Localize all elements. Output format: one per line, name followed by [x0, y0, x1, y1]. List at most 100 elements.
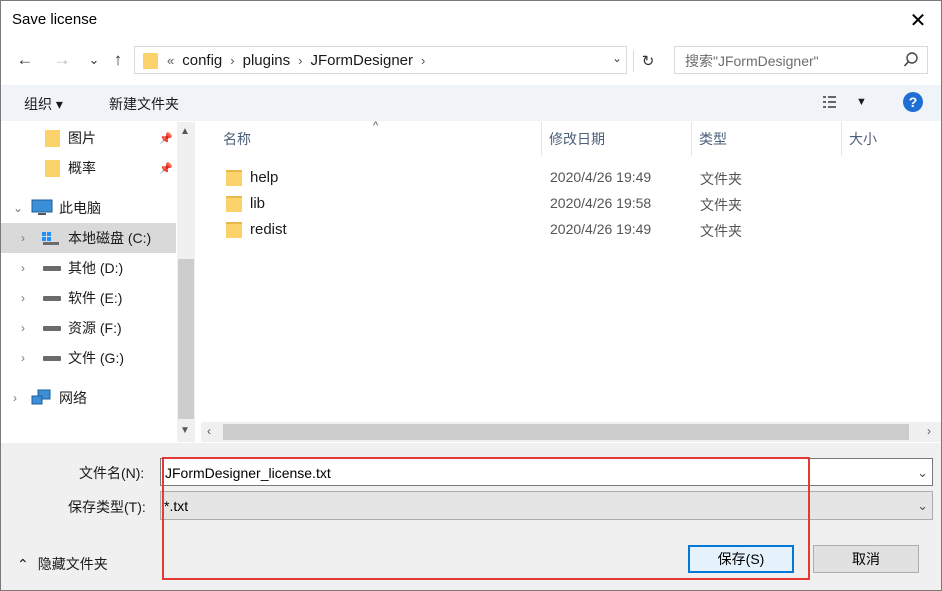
scroll-down-arrow[interactable]: ▼ — [180, 425, 190, 436]
back-button[interactable]: ← — [14, 50, 36, 70]
column-header-date[interactable]: 修改日期 — [549, 122, 605, 156]
sidebar-item-drive-g[interactable]: › 文件 (G:) — [1, 343, 176, 373]
chevron-up-icon: ⌃ — [17, 555, 29, 572]
close-button[interactable]: ✕ — [895, 1, 941, 39]
breadcrumb-plugins[interactable]: plugins — [243, 52, 291, 69]
file-list: ^ 名称 修改日期 类型 大小 help 2020/4/26 19:49 文件夹… — [201, 120, 941, 422]
filename-field[interactable]: ⌄ — [160, 458, 933, 486]
new-folder-button[interactable]: 新建文件夹 — [109, 94, 179, 114]
folder-icon — [226, 222, 242, 238]
filetype-select[interactable]: *.txt ⌄ — [160, 491, 933, 520]
chevron-right-icon[interactable]: › — [298, 53, 302, 68]
filename-label: 文件名(N): — [79, 465, 145, 481]
breadcrumb-jformdesigner[interactable]: JFormDesigner — [311, 52, 414, 69]
pin-icon: 📌 — [159, 132, 173, 145]
sidebar-item-label: 概率 — [68, 160, 96, 176]
scrollbar-thumb[interactable] — [178, 259, 194, 419]
breadcrumb: « config › plugins › JFormDesigner › — [167, 52, 425, 69]
file-type: 文件夹 — [700, 223, 742, 239]
sidebar-item-network[interactable]: › 网络 — [1, 383, 176, 413]
scroll-left-arrow[interactable]: ‹ — [207, 424, 211, 438]
column-divider[interactable] — [541, 122, 542, 156]
chevron-down-icon[interactable]: ⌄ — [917, 465, 928, 481]
folder-icon — [226, 196, 242, 212]
column-divider[interactable] — [841, 122, 842, 156]
folder-icon — [143, 53, 158, 69]
recent-locations-button[interactable]: ⌄ — [83, 50, 105, 70]
chevron-right-icon[interactable]: › — [21, 261, 25, 275]
title-bar: Save license ✕ — [1, 1, 941, 39]
chevron-right-icon[interactable]: › — [421, 53, 425, 68]
chevron-right-icon[interactable]: › — [21, 291, 25, 305]
breadcrumb-config[interactable]: config — [182, 52, 222, 69]
up-button[interactable]: ↑ — [107, 50, 129, 70]
chevron-right-icon[interactable]: › — [230, 53, 234, 68]
search-box[interactable] — [674, 46, 928, 74]
sidebar-scrollbar[interactable]: ▲ ▼ — [177, 122, 195, 442]
sidebar-item-probability[interactable]: 概率 📌 — [1, 153, 176, 183]
file-date: 2020/4/26 19:58 — [550, 195, 652, 211]
sidebar-item-this-pc[interactable]: ⌄ 此电脑 — [1, 193, 176, 223]
sidebar-item-drive-d[interactable]: › 其他 (D:) — [1, 253, 176, 283]
chevron-right-icon[interactable]: › — [13, 391, 17, 405]
search-icon[interactable] — [903, 51, 919, 69]
filetype-value: *.txt — [164, 498, 189, 514]
command-bar: 组织 ▾ 新建文件夹 ▼ ? — [1, 85, 941, 121]
navigation-pane: 图片 📌 概率 📌 ⌄ 此电脑 › 本地磁盘 (C:) › 其他 (D:) › … — [1, 122, 195, 442]
sidebar-item-pictures[interactable]: 图片 📌 — [1, 123, 176, 153]
folder-icon — [226, 170, 242, 186]
scroll-up-arrow[interactable]: ▲ — [180, 126, 190, 137]
chevron-right-icon[interactable]: › — [21, 321, 25, 335]
sidebar-item-label: 资源 (F:) — [68, 320, 122, 336]
file-name: help — [250, 169, 279, 186]
sidebar-item-drive-f[interactable]: › 资源 (F:) — [1, 313, 176, 343]
file-date: 2020/4/26 19:49 — [550, 169, 652, 185]
view-options-icon[interactable] — [823, 95, 845, 109]
scrollbar-thumb[interactable] — [223, 424, 909, 440]
sidebar-item-drive-e[interactable]: › 软件 (E:) — [1, 283, 176, 313]
network-icon — [31, 389, 51, 405]
file-row[interactable]: lib 2020/4/26 19:58 文件夹 — [221, 191, 941, 217]
help-icon[interactable]: ? — [903, 92, 923, 112]
address-bar[interactable]: « config › plugins › JFormDesigner › ⌄ — [134, 46, 627, 74]
refresh-button[interactable]: ↻ — [633, 50, 662, 72]
folder-icon — [45, 130, 60, 147]
chevron-right-icon[interactable]: › — [21, 351, 25, 365]
column-header-type[interactable]: 类型 — [699, 122, 727, 156]
filename-input[interactable] — [163, 463, 867, 483]
file-row[interactable]: redist 2020/4/26 19:49 文件夹 — [221, 217, 941, 243]
drive-icon — [43, 326, 61, 331]
save-form: 文件名(N): ⌄ 保存类型(T): *.txt ⌄ 保存(S) 取消 ⌃ 隐藏… — [1, 443, 941, 590]
filetype-label: 保存类型(T): — [68, 499, 146, 515]
chevron-down-icon[interactable]: ⌄ — [917, 498, 928, 514]
view-dropdown-arrow[interactable]: ▼ — [856, 96, 867, 108]
drive-icon — [43, 266, 61, 271]
overflow-chevron[interactable]: « — [167, 53, 174, 68]
chevron-down-icon[interactable]: ⌄ — [612, 51, 622, 65]
pin-icon: 📌 — [159, 162, 173, 175]
save-button[interactable]: 保存(S) — [688, 545, 794, 573]
hide-folders-toggle[interactable]: ⌃ 隐藏文件夹 — [17, 554, 108, 574]
file-list-scrollbar[interactable]: ‹ › — [201, 422, 941, 442]
column-header-size[interactable]: 大小 — [849, 122, 877, 156]
cancel-button[interactable]: 取消 — [813, 545, 919, 573]
file-type: 文件夹 — [700, 197, 742, 213]
computer-icon — [31, 199, 53, 215]
organize-menu[interactable]: 组织 ▾ — [24, 94, 63, 114]
chevron-down-icon[interactable]: ⌄ — [13, 201, 23, 215]
save-dialog: Save license ✕ ← → ⌄ ↑ « config › plugin… — [0, 0, 942, 591]
search-input[interactable] — [683, 51, 897, 71]
sidebar-item-label: 其他 (D:) — [68, 260, 124, 276]
scroll-right-arrow[interactable]: › — [927, 424, 931, 438]
forward-button[interactable]: → — [51, 50, 73, 70]
window-title: Save license — [12, 11, 98, 28]
sidebar-item-label: 文件 (G:) — [68, 350, 124, 366]
file-type: 文件夹 — [700, 171, 742, 187]
file-name: redist — [250, 221, 287, 238]
sidebar-item-local-disk-c[interactable]: › 本地磁盘 (C:) — [1, 223, 176, 253]
file-row[interactable]: help 2020/4/26 19:49 文件夹 — [221, 165, 941, 191]
column-header-name[interactable]: 名称 — [223, 122, 251, 156]
column-divider[interactable] — [691, 122, 692, 156]
chevron-right-icon[interactable]: › — [21, 231, 25, 245]
file-date: 2020/4/26 19:49 — [550, 221, 652, 237]
